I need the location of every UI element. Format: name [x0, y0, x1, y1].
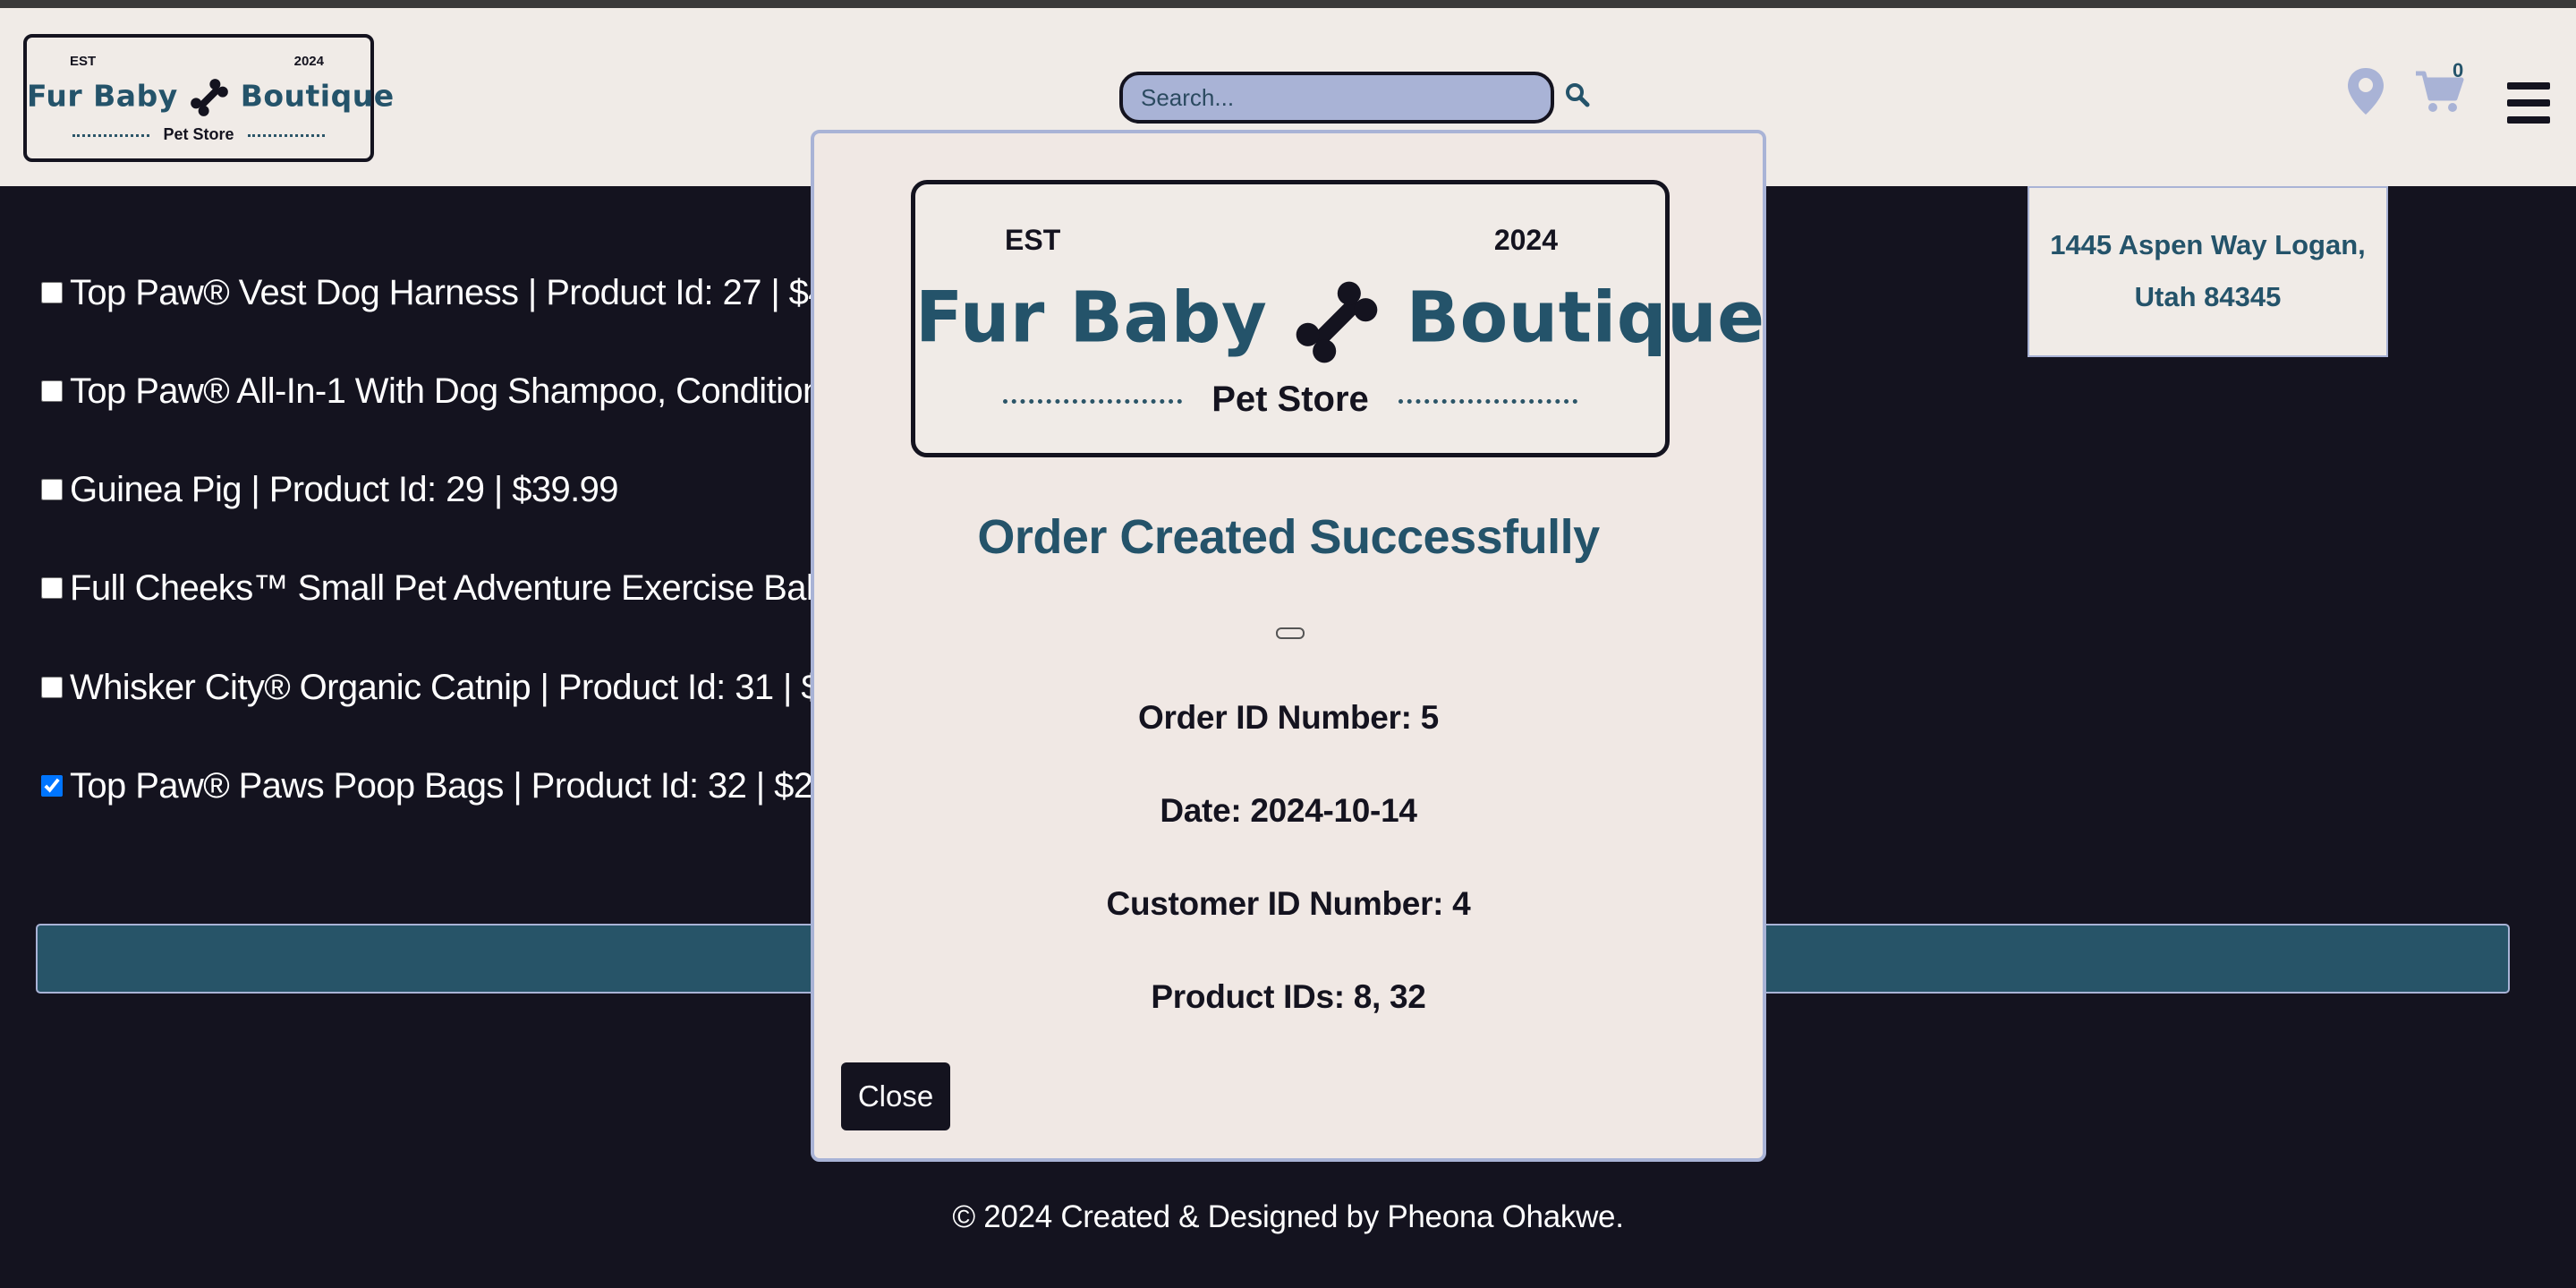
address-line-2: Utah 84345 — [2134, 281, 2282, 312]
logo-brand-left: Fur Baby — [27, 78, 178, 114]
order-id-text: Order ID Number: 5 — [1138, 699, 1439, 736]
product-checkbox[interactable] — [41, 577, 63, 599]
bone-icon — [1296, 281, 1378, 363]
order-success-modal: EST 2024 Fur Baby Boutique Pet Store Ord… — [811, 130, 1766, 1162]
search-icon[interactable] — [1565, 82, 1590, 107]
logo-subtitle: Pet Store — [163, 125, 234, 143]
product-item[interactable]: Whisker City® Organic Catnip | Product I… — [41, 665, 869, 710]
product-ids-text: Product IDs: 8, 32 — [1151, 978, 1426, 1015]
window-top-edge — [0, 0, 2576, 8]
product-label: Whisker City® Organic Catnip | Product I… — [70, 667, 869, 707]
hamburger-menu-icon[interactable] — [2507, 82, 2550, 124]
site-logo[interactable]: EST 2024 Fur Baby Boutique Pet Store — [23, 34, 394, 162]
search-input[interactable] — [1119, 72, 1554, 124]
logo-brand-right: Boutique — [1406, 277, 1765, 359]
footer-credit: © 2024 Created & Designed by Pheona Ohak… — [952, 1199, 1624, 1234]
product-item[interactable]: Full Cheeks™ Small Pet Adventure Exercis… — [41, 566, 872, 610]
order-date-text: Date: 2024-10-14 — [1160, 792, 1417, 829]
product-item[interactable]: Top Paw® All-In-1 With Dog Shampoo, Cond… — [41, 369, 861, 414]
modal-logo: EST 2024 Fur Baby Boutique Pet Store — [911, 180, 1764, 457]
logo-est: EST — [70, 54, 97, 69]
location-icon[interactable] — [2346, 66, 2385, 116]
store-address-card: 1445 Aspen Way Logan, Utah 84345 — [2028, 186, 2388, 357]
product-label: Full Cheeks™ Small Pet Adventure Exercis… — [70, 567, 872, 608]
product-label: Top Paw® All-In-1 With Dog Shampoo, Cond… — [70, 371, 861, 411]
product-checkbox[interactable] — [41, 380, 63, 402]
product-checkbox[interactable] — [41, 677, 63, 698]
modal-title: Order Created Successfully — [977, 510, 1600, 564]
logo-brand-right: Boutique — [240, 78, 395, 114]
product-item[interactable]: Top Paw® Paws Poop Bags | Product Id: 32… — [41, 763, 813, 808]
logo-year: 2024 — [293, 54, 324, 69]
product-checkbox[interactable] — [41, 775, 63, 797]
address-line-1: 1445 Aspen Way Logan, — [2050, 229, 2366, 260]
product-label: Top Paw® Vest Dog Harness | Product Id: … — [70, 272, 876, 312]
modal-divider-pill — [1276, 627, 1305, 639]
product-label: Top Paw® Paws Poop Bags | Product Id: 32… — [70, 765, 813, 806]
logo-est: EST — [1005, 224, 1061, 256]
bone-icon — [190, 79, 228, 116]
logo-subtitle-row: Pet Store — [27, 125, 370, 144]
product-checkbox[interactable] — [41, 479, 63, 500]
product-label: Guinea Pig | Product Id: 29 | $39.99 — [70, 469, 619, 509]
logo-dots-right — [247, 133, 325, 137]
logo-dots-left — [72, 133, 150, 137]
product-item[interactable]: Top Paw® Vest Dog Harness | Product Id: … — [41, 270, 876, 315]
logo-year: 2024 — [1493, 224, 1558, 256]
logo-subtitle: Pet Store — [1211, 380, 1369, 419]
customer-id-text: Customer ID Number: 4 — [1106, 885, 1471, 922]
logo-brand: Fur Baby Boutique — [915, 277, 1764, 367]
logo-dots-left — [1003, 398, 1183, 404]
product-checkbox[interactable] — [41, 282, 63, 303]
logo-dots-right — [1398, 398, 1577, 404]
logo-subtitle-row: Pet Store — [915, 380, 1665, 420]
logo-brand: Fur Baby Boutique — [27, 77, 394, 118]
close-button[interactable]: Close — [841, 1062, 950, 1130]
product-item[interactable]: Guinea Pig | Product Id: 29 | $39.99 — [41, 467, 619, 512]
logo-brand-left: Fur Baby — [915, 277, 1268, 359]
cart-count-badge: 0 — [2453, 59, 2464, 81]
